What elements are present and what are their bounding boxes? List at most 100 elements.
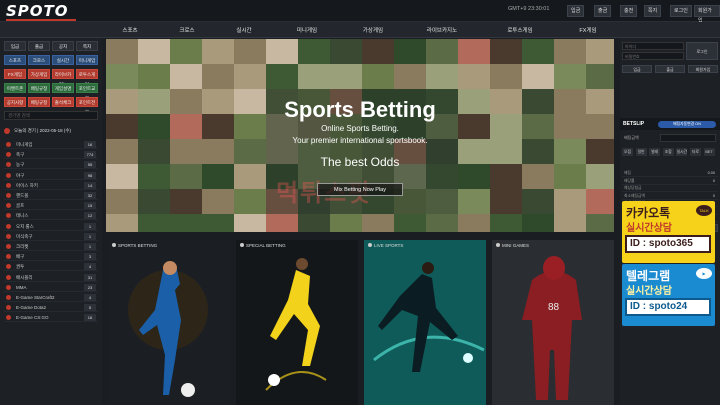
- sports-betting-card[interactable]: SPORTS BETTING: [108, 240, 230, 405]
- deposit-button[interactable]: 입금: [567, 5, 585, 17]
- quick-rules[interactable]: 배팅규정: [28, 83, 50, 93]
- hero-pixel: [554, 64, 586, 89]
- sport-icon: [6, 295, 11, 300]
- quick-event[interactable]: 이벤트존: [4, 83, 26, 93]
- row-value: 0.00: [707, 171, 715, 175]
- sport-item[interactable]: 권투 4: [4, 262, 98, 272]
- sport-count: 31: [84, 273, 96, 281]
- sport-item[interactable]: 골프 15: [4, 201, 98, 211]
- nav-lotus[interactable]: 로투스게임: [490, 26, 550, 34]
- username-input[interactable]: 아이디: [622, 42, 684, 50]
- sport-item[interactable]: 미식축구 1: [4, 232, 98, 241]
- quick-deposit[interactable]: 입금: [4, 41, 26, 51]
- signup-button[interactable]: 회원가입: [694, 5, 720, 24]
- hero-pixel: [490, 189, 522, 214]
- nav-sports[interactable]: 스포츠: [100, 26, 160, 34]
- sport-item[interactable]: 야구 98: [4, 171, 98, 180]
- card-dot-icon: [368, 243, 372, 247]
- logo-text: SPOTO: [6, 2, 69, 20]
- sport-item[interactable]: MMA 23: [4, 283, 98, 292]
- quick-betting-rules[interactable]: 배팅규정: [28, 97, 50, 107]
- sport-item[interactable]: 핸드볼 32: [4, 191, 98, 200]
- nav-virtual[interactable]: 가상게임: [343, 26, 403, 34]
- nav-minigame[interactable]: 미니게임: [277, 26, 337, 34]
- betslip-tab[interactable]: 타로: [690, 148, 701, 156]
- quick-lotus[interactable]: 로투스게임: [76, 69, 98, 87]
- betslip-tab[interactable]: 발레: [649, 148, 661, 156]
- quick-cross[interactable]: 크로스: [28, 55, 50, 65]
- sport-item[interactable]: E-Game Dota2 5: [4, 303, 98, 313]
- live-sports-card[interactable]: LIVE SPORTS: [364, 240, 486, 405]
- login-button[interactable]: 로그인: [670, 5, 692, 17]
- card-label: LIVE SPORTS: [368, 243, 403, 248]
- charge-button[interactable]: 충전: [620, 5, 638, 17]
- sport-item[interactable]: 크리켓 1: [4, 242, 98, 251]
- hero-pixel: [394, 64, 426, 89]
- quick-live[interactable]: 실시간: [52, 55, 74, 65]
- banner-id: ID : spoto365: [625, 235, 711, 253]
- clock-display: GMT+9 23:30:01: [508, 6, 550, 12]
- kakao-banner[interactable]: 카카오톡 TALK 실시간상담 ID : spoto365: [622, 201, 715, 263]
- sport-name: 골프: [16, 203, 25, 209]
- quick-withdraw[interactable]: 출금: [28, 41, 50, 51]
- row-label: 배팅: [624, 171, 631, 175]
- quick-announcements[interactable]: 공지사항: [4, 97, 26, 107]
- sport-icon: [6, 162, 11, 168]
- quick-message[interactable]: 쪽지: [76, 41, 98, 51]
- bet-amount-input[interactable]: [660, 134, 716, 142]
- nav-cross[interactable]: 크로스: [157, 26, 217, 34]
- sidebar-deposit-button[interactable]: 입금: [622, 65, 652, 73]
- nav-fx[interactable]: FX게임: [558, 26, 618, 34]
- sidebar-login-button[interactable]: 로그인: [686, 42, 718, 60]
- betslip-tab[interactable]: 오점: [622, 148, 633, 156]
- sport-item[interactable]: 배구 3: [4, 252, 98, 262]
- sport-name: 배구: [16, 254, 25, 260]
- hero-pixel: [522, 39, 554, 64]
- sport-item[interactable]: 오지 룰스 1: [4, 222, 98, 231]
- sport-count: 12: [84, 212, 96, 220]
- hero-tagline: Your premier international sportsbook.: [292, 136, 428, 145]
- sport-item[interactable]: 테니스 12: [4, 211, 98, 221]
- mix-betting-button[interactable]: Mix Betting Now Play: [317, 183, 403, 196]
- nav-livecasino[interactable]: 라이브카지노: [412, 26, 472, 34]
- quick-virtual[interactable]: 가상게임: [28, 69, 50, 79]
- password-input[interactable]: 비밀번호: [622, 52, 684, 60]
- quick-notice[interactable]: 공지: [52, 41, 74, 51]
- sport-count: 16: [84, 141, 96, 148]
- sidebar-signup-button[interactable]: 회원가입: [688, 65, 718, 73]
- sport-item[interactable]: E-Game StarCraft2 4: [4, 293, 98, 302]
- betslip-tab[interactable]: 실시간: [676, 148, 688, 156]
- telegram-banner[interactable]: 텔레그램 ▶ 실시간상담 ID : spoto24: [622, 264, 715, 326]
- withdraw-button[interactable]: 출금: [594, 5, 612, 17]
- quick-attendance[interactable]: 출석체크: [52, 97, 74, 107]
- hero-title: Sports Betting: [284, 97, 436, 122]
- hero-pixel: [170, 214, 202, 232]
- sport-count: 4: [84, 294, 96, 301]
- sport-item[interactable]: 미니게임 16: [4, 140, 98, 149]
- quick-guide[interactable]: 게임설명: [52, 83, 74, 93]
- quick-fx[interactable]: FX게임: [4, 69, 26, 79]
- mini-games-card[interactable]: 88 MINI GAMES: [492, 240, 614, 405]
- sport-item[interactable]: 아이스 하키 14: [4, 181, 98, 190]
- nav-live[interactable]: 실시간: [214, 26, 274, 34]
- betslip-tab[interactable]: BET: [703, 148, 715, 156]
- betslip-tab[interactable]: 일반: [635, 148, 647, 156]
- match-search-input[interactable]: 경기명 검색: [4, 111, 98, 120]
- site-logo[interactable]: SPOTO: [6, 2, 76, 21]
- quick-point-convert[interactable]: 포인트전환: [76, 97, 98, 115]
- sidebar-withdraw-button[interactable]: 출금: [655, 65, 685, 73]
- quick-livecasino[interactable]: 라이브카지노: [52, 69, 74, 87]
- sport-item[interactable]: E-Game CS:GO 16: [4, 313, 98, 323]
- sport-item[interactable]: 배시볼리 31: [4, 273, 98, 282]
- quick-sports[interactable]: 스포츠: [4, 55, 26, 65]
- special-betting-card[interactable]: SPECIAL BETTING: [236, 240, 358, 405]
- message-button[interactable]: 쪽지: [644, 5, 662, 17]
- quick-minigame[interactable]: 미니게임: [76, 55, 98, 65]
- quick-point-exchange[interactable]: 포인트교환: [76, 83, 98, 101]
- betslip-tab[interactable]: 조합: [662, 148, 674, 156]
- auto-odds-toggle[interactable]: 배팅자동변경 ON: [658, 121, 716, 128]
- sport-icon: [6, 203, 11, 209]
- hero-pixel: [394, 214, 426, 232]
- sport-item[interactable]: 축구 774: [4, 150, 98, 160]
- sport-item[interactable]: 농구 55: [4, 160, 98, 170]
